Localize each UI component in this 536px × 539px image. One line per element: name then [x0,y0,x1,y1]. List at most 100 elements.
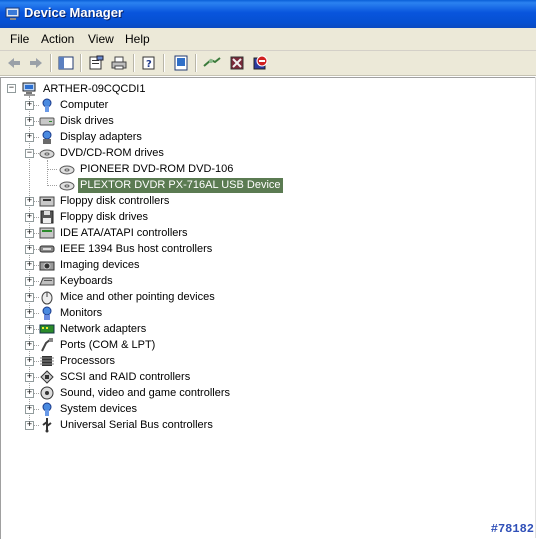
expand-toggle-network-adapters[interactable]: + [25,325,34,334]
tree-item-computer[interactable]: Computer [39,97,110,113]
tree-item-scsi-and-raid-controllers[interactable]: SCSI and RAID controllers [39,369,192,385]
svg-text:?: ? [146,59,152,70]
tree-root[interactable]: ARTHER-09CQCDI1 [22,81,148,97]
print-icon [111,56,127,70]
tree-item-ieee-1394-bus-host-controllers[interactable]: IEEE 1394 Bus host controllers [39,241,214,257]
expand-toggle-disk-drives[interactable]: + [25,117,34,126]
expand-toggle-ports-com-lpt[interactable]: + [25,341,34,350]
tree-item-mice-and-other-pointing-devices[interactable]: Mice and other pointing devices [39,289,217,305]
forward-arrow-icon [30,58,42,68]
expand-toggle-system-devices[interactable]: + [25,405,34,414]
tree-item-imaging-devices[interactable]: Imaging devices [39,257,142,273]
system-device-icon [42,402,52,416]
collapse-root-toggle[interactable]: − [7,84,16,93]
back-arrow-icon [8,58,20,68]
expand-toggle-monitors[interactable]: + [25,309,34,318]
expand-toggle-computer[interactable]: + [25,101,34,110]
tree-item-label: Universal Serial Bus controllers [60,418,213,431]
tree-item-ide-ata-atapi-controllers[interactable]: IDE ATA/ATAPI controllers [39,225,190,241]
back-button[interactable] [3,53,25,73]
show-hide-tree-icon [58,56,74,70]
tree-item-network-adapters[interactable]: Network adapters [39,321,148,337]
ieee1394-icon [39,245,55,253]
disable-icon [253,55,268,70]
tree-item-monitors[interactable]: Monitors [39,305,104,321]
expand-toggle-mice-and-other-pointing-devices[interactable]: + [25,293,34,302]
expand-toggle-ide-ata-atapi-controllers[interactable]: + [25,229,34,238]
expand-toggle-floppy-disk-drives[interactable]: + [25,213,34,222]
floppy-controller-icon [39,196,55,207]
properties-button[interactable] [85,53,107,73]
tree-item-ports-com-lpt[interactable]: Ports (COM & LPT) [39,337,157,353]
tree-item-universal-serial-bus-controllers[interactable]: Universal Serial Bus controllers [39,417,215,433]
tree-item-sound-video-and-game-controllers[interactable]: Sound, video and game controllers [39,385,232,401]
tree-item-processors[interactable]: Processors [39,353,117,369]
tree-device-pioneer-dvd-rom-dvd-106[interactable]: PIONEER DVD-ROM DVD-106 [59,161,235,177]
expand-toggle-imaging-devices[interactable]: + [25,261,34,270]
window-title: Device Manager [24,5,123,20]
tree-item-floppy-disk-drives[interactable]: Floppy disk drives [39,209,150,225]
toolbar-separator [80,54,82,72]
help-button[interactable]: ? [138,53,160,73]
expand-toggle-dvd-cd-rom-drives[interactable]: − [25,149,34,158]
toolbar-separator [133,54,135,72]
print-button[interactable] [108,53,130,73]
menu-help[interactable]: Help [125,32,150,46]
tree-item-keyboards[interactable]: Keyboards [39,273,115,289]
properties-icon [89,55,104,70]
tree-item-disk-drives[interactable]: Disk drives [39,113,116,129]
toolbar-separator [163,54,165,72]
expand-toggle-processors[interactable]: + [25,357,34,366]
tree-root-label: ARTHER-09CQCDI1 [43,82,146,95]
tree-device-label: PIONEER DVD-ROM DVD-106 [80,162,234,175]
toolbar: ? [0,51,536,76]
scan-hardware-button[interactable] [201,53,223,73]
monitor-icon [42,306,52,320]
tree-item-label: SCSI and RAID controllers [60,370,191,383]
cdrom-device-icon [59,165,75,175]
tree-item-label: Disk drives [60,114,114,127]
expand-toggle-ieee-1394-bus-host-controllers[interactable]: + [25,245,34,254]
tree-device-label: PLEXTOR DVDR PX-716AL USB Device [78,177,283,193]
uninstall-button[interactable] [226,53,248,73]
show-hide-tree-button[interactable] [55,53,77,73]
menu-file[interactable]: File [10,32,29,46]
sound-icon [40,386,54,400]
expand-toggle-keyboards[interactable]: + [25,277,34,286]
tree-item-label: Display adapters [60,130,142,143]
tree-item-label: System devices [60,402,138,415]
title-bar[interactable]: Device Manager [0,0,536,28]
expand-toggle-display-adapters[interactable]: + [25,133,34,142]
tree-item-label: IEEE 1394 Bus host controllers [60,242,213,255]
expand-toggle-universal-serial-bus-controllers[interactable]: + [25,421,34,430]
menu-view[interactable]: View [88,32,114,46]
display-adapter-icon [42,130,52,144]
device-tree[interactable]: − ARTHER-09CQCDI1 + Computer + Disk drives +… [0,77,536,539]
watermark: #78182 [490,522,534,536]
computer-icon [42,98,52,112]
tree-connector [47,169,57,170]
tree-item-label: Sound, video and game controllers [60,386,230,399]
disable-button[interactable] [249,53,271,73]
tree-item-label: IDE ATA/ATAPI controllers [60,226,188,239]
tree-item-label: Keyboards [60,274,113,287]
forward-button[interactable] [25,53,47,73]
cdrom-icon [39,149,55,159]
menu-action[interactable]: Action [41,32,74,46]
expand-toggle-floppy-disk-controllers[interactable]: + [25,197,34,206]
toolbar-separator [50,54,52,72]
tree-item-label: Ports (COM & LPT) [60,338,156,351]
expand-toggle-sound-video-and-game-controllers[interactable]: + [25,389,34,398]
tree-connector [47,160,48,184]
tree-device-plextor-dvdr-px-716al-usb-device[interactable]: PLEXTOR DVDR PX-716AL USB Device [59,177,283,193]
scan-hardware-icon [203,57,221,67]
tree-item-floppy-disk-controllers[interactable]: Floppy disk controllers [39,193,171,209]
tree-item-label: Mice and other pointing devices [60,290,215,303]
tree-item-label: DVD/CD-ROM drives [60,146,164,159]
device-button[interactable] [170,53,192,73]
tree-item-display-adapters[interactable]: Display adapters [39,129,144,145]
tree-item-dvd-cd-rom-drives[interactable]: DVD/CD-ROM drives [39,145,166,161]
tree-item-system-devices[interactable]: System devices [39,401,139,417]
expand-toggle-scsi-and-raid-controllers[interactable]: + [25,373,34,382]
keyboard-icon [39,277,55,286]
